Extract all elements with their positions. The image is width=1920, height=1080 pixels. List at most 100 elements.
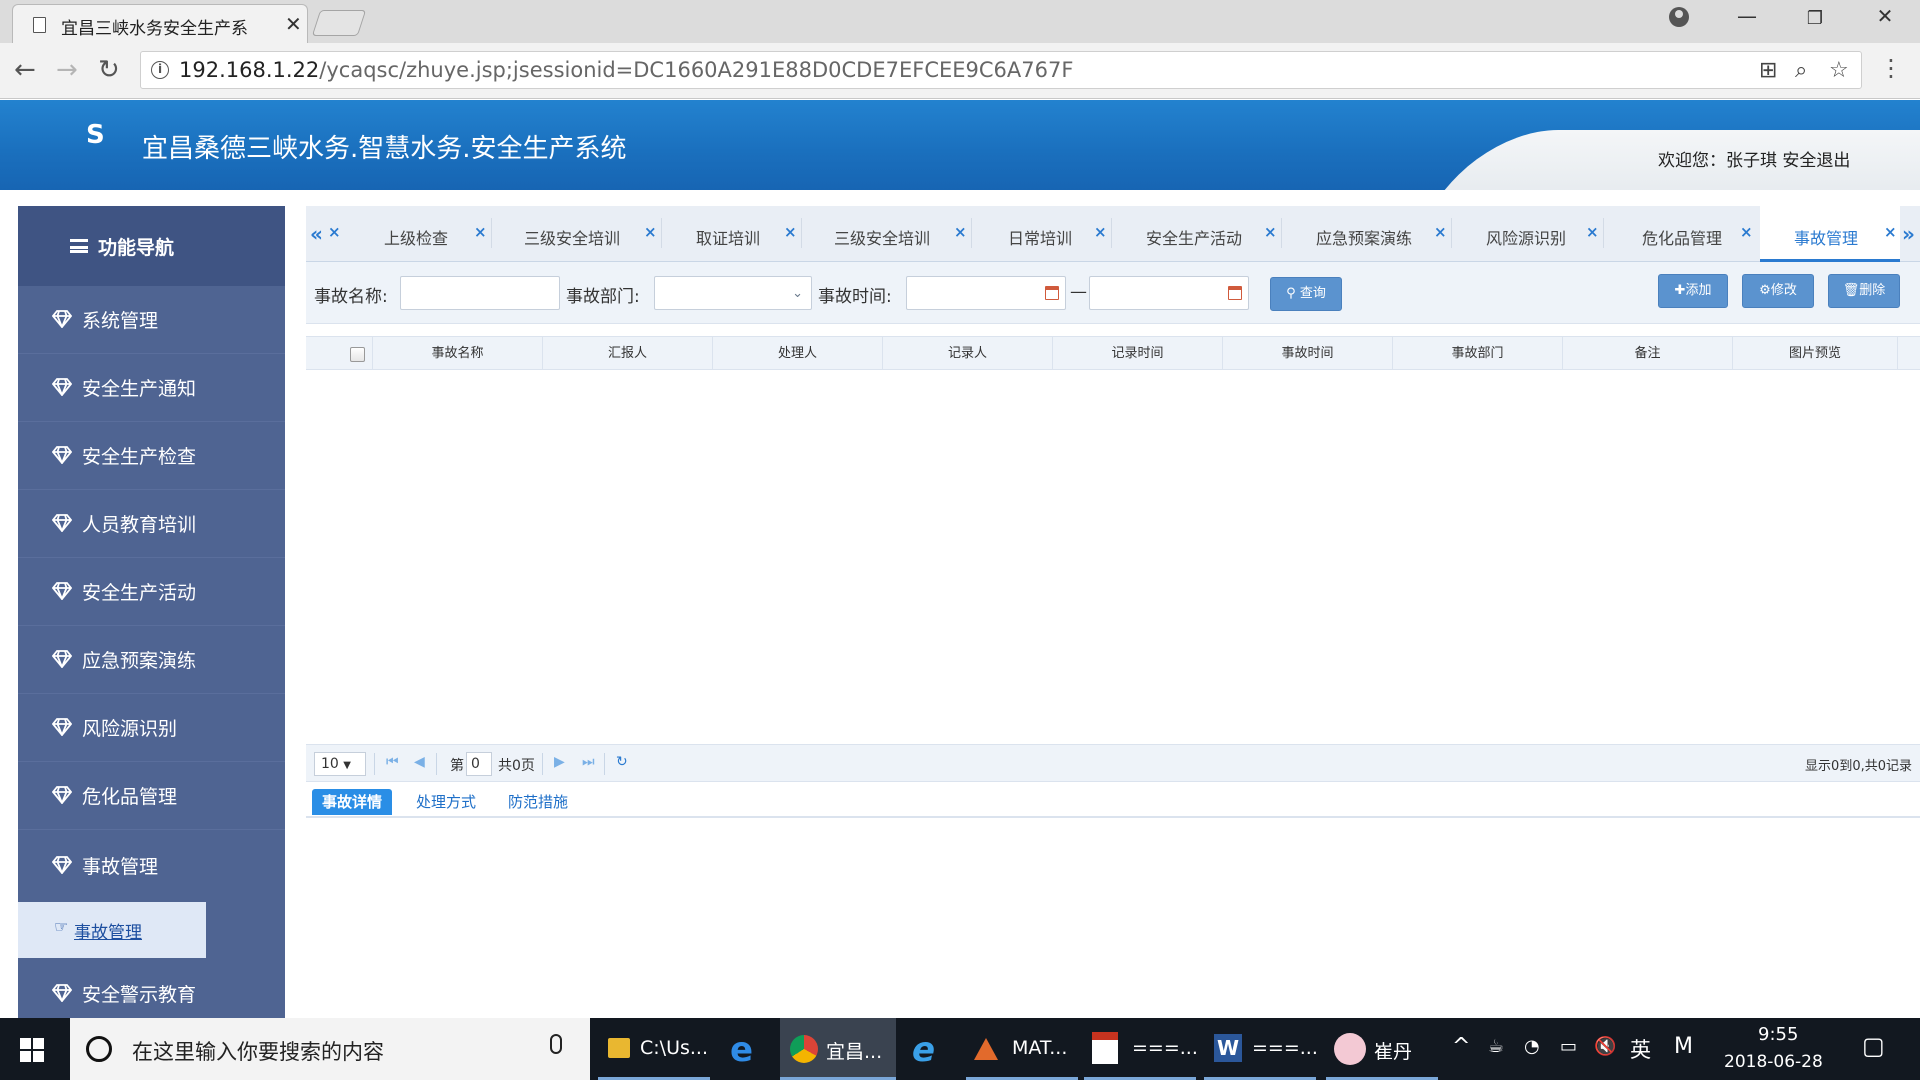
next-page-icon[interactable]: ▶ bbox=[554, 754, 565, 770]
taskbar-chat[interactable]: 崔丹 bbox=[1326, 1018, 1438, 1080]
last-page-icon[interactable]: ⏭ bbox=[582, 754, 595, 770]
close-icon[interactable]: × bbox=[1094, 223, 1107, 241]
accident-time-to-input[interactable] bbox=[1089, 276, 1249, 310]
network-icon[interactable]: ◔ bbox=[1524, 1036, 1540, 1057]
accident-time-from-input[interactable] bbox=[906, 276, 1066, 310]
edit-button[interactable]: ⚙修改 bbox=[1742, 274, 1814, 308]
taskbar-chrome[interactable]: 宜昌... bbox=[780, 1018, 896, 1080]
tab-three-level-training-2[interactable]: 三级安全培训 × bbox=[802, 206, 972, 262]
close-window-button[interactable]: ✕ bbox=[1860, 4, 1910, 38]
close-icon[interactable]: × bbox=[954, 223, 967, 241]
refresh-icon[interactable]: ↻ bbox=[616, 754, 628, 770]
detail-tab-handling-method[interactable]: 处理方式 bbox=[416, 789, 476, 815]
tray-app-icon[interactable]: ☕ bbox=[1488, 1036, 1504, 1057]
column-header-handler[interactable]: 处理人 bbox=[712, 337, 882, 371]
detail-tab-prevention-measures[interactable]: 防范措施 bbox=[508, 789, 568, 815]
close-icon[interactable]: × bbox=[474, 223, 487, 241]
sidebar-item-chemicals[interactable]: 危化品管理 bbox=[18, 762, 285, 830]
notification-icon[interactable]: ▢ bbox=[1862, 1032, 1885, 1060]
volume-mute-icon[interactable]: 🔇 bbox=[1594, 1036, 1616, 1057]
profile-icon[interactable] bbox=[1669, 7, 1689, 27]
sidebar-item-drill[interactable]: 应急预案演练 bbox=[18, 626, 285, 694]
restore-button[interactable]: ❐ bbox=[1790, 8, 1840, 42]
tab-hazardous-chemicals[interactable]: 危化品管理 × bbox=[1604, 206, 1760, 262]
tab-three-level-training-1[interactable]: 三级安全培训 × bbox=[492, 206, 662, 262]
tab-safety-activity[interactable]: 安全生产活动 × bbox=[1112, 206, 1282, 262]
translate-icon[interactable]: ⊞ bbox=[1759, 58, 1777, 83]
sidebar-item-accident[interactable]: 事故管理 bbox=[18, 832, 285, 900]
page-number-input[interactable]: 0 bbox=[466, 752, 492, 776]
add-button[interactable]: ✚添加 bbox=[1658, 274, 1728, 308]
query-button[interactable]: ⚲ 查询 bbox=[1270, 277, 1342, 311]
column-header-accident-name[interactable]: 事故名称 bbox=[372, 337, 542, 371]
accident-dept-select[interactable]: ⌄ bbox=[654, 276, 812, 310]
column-header-reporter[interactable]: 汇报人 bbox=[542, 337, 712, 371]
taskbar-matlab[interactable]: MAT... bbox=[966, 1018, 1078, 1080]
column-header-accident-time[interactable]: 事故时间 bbox=[1222, 337, 1392, 371]
first-page-icon[interactable]: ⏮ bbox=[386, 754, 399, 770]
sidebar-item-activity[interactable]: 安全生产活动 bbox=[18, 558, 285, 626]
tab-risk-identification[interactable]: 风险源识别 × bbox=[1452, 206, 1604, 262]
taskbar-ie[interactable]: e bbox=[900, 1018, 956, 1080]
tab-certification-training[interactable]: 取证培训 × bbox=[662, 206, 802, 262]
accident-name-input[interactable] bbox=[400, 276, 560, 310]
column-header-remarks[interactable]: 备注 bbox=[1562, 337, 1732, 371]
detail-tab-accident-details[interactable]: 事故详情 bbox=[312, 789, 393, 815]
close-icon[interactable]: × bbox=[1434, 223, 1447, 241]
close-icon[interactable]: × bbox=[328, 223, 341, 241]
close-icon[interactable]: × bbox=[784, 223, 797, 241]
taskbar-word[interactable]: W ===... bbox=[1204, 1018, 1318, 1080]
browser-menu-icon[interactable]: · · · bbox=[1886, 49, 1896, 89]
minimize-button[interactable]: — bbox=[1722, 4, 1772, 38]
tab-hidden-close[interactable]: × bbox=[328, 206, 341, 262]
windows-start-icon[interactable] bbox=[20, 1038, 44, 1062]
taskbar-explorer[interactable]: C:\Us... bbox=[598, 1018, 710, 1080]
prev-page-icon[interactable]: ◀ bbox=[414, 754, 425, 770]
welcome-logout-text[interactable]: 欢迎您：张子琪 安全退出 bbox=[1658, 146, 1850, 171]
bookmark-star-icon[interactable]: ☆ bbox=[1829, 58, 1849, 83]
sidebar-item-risk[interactable]: 风险源识别 bbox=[18, 694, 285, 762]
sidebar-item-warning-education[interactable]: 安全警示教育 bbox=[18, 960, 285, 1018]
new-tab-button[interactable] bbox=[311, 10, 367, 36]
sidebar-item-inspection[interactable]: 安全生产检查 bbox=[18, 422, 285, 490]
info-icon[interactable]: i bbox=[151, 61, 169, 79]
microphone-icon[interactable] bbox=[550, 1034, 562, 1054]
column-header-record-time[interactable]: 记录时间 bbox=[1052, 337, 1222, 371]
scroll-tabs-right-icon[interactable]: » bbox=[1902, 222, 1915, 246]
battery-icon[interactable]: ▭ bbox=[1560, 1036, 1577, 1057]
page-size-select[interactable]: 10 ▼ bbox=[314, 752, 366, 776]
sidebar-subitem-accident-management[interactable]: ☞ 事故管理 bbox=[18, 902, 206, 958]
ime-indicator[interactable]: 英 bbox=[1630, 1034, 1651, 1064]
tab-superior-inspection[interactable]: 上级检查 × bbox=[344, 206, 492, 262]
scroll-tabs-left-icon[interactable]: « bbox=[310, 222, 323, 246]
tab-emergency-drill[interactable]: 应急预案演练 × bbox=[1282, 206, 1452, 262]
calendar-icon[interactable] bbox=[1045, 286, 1059, 300]
chevron-up-icon[interactable]: ^ bbox=[1452, 1034, 1470, 1059]
delete-button[interactable]: 🗑删除 bbox=[1828, 274, 1900, 308]
close-icon[interactable]: × bbox=[1264, 223, 1277, 241]
sidebar-item-training[interactable]: 人员教育培训 bbox=[18, 490, 285, 558]
sidebar-item-notice[interactable]: 安全生产通知 bbox=[18, 354, 285, 422]
select-all-checkbox[interactable] bbox=[350, 347, 365, 362]
taskbar-pdf[interactable]: ===... bbox=[1084, 1018, 1198, 1080]
address-bar[interactable]: i 192.168.1.22/ycaqsc/zhuye.jsp;jsession… bbox=[140, 51, 1862, 89]
url-text[interactable]: 192.168.1.22/ycaqsc/zhuye.jsp;jsessionid… bbox=[179, 58, 1073, 82]
back-icon[interactable]: ← bbox=[14, 55, 36, 85]
taskbar-search-box[interactable]: 在这里输入你要搜索的内容 bbox=[70, 1018, 590, 1080]
column-header-accident-dept[interactable]: 事故部门 bbox=[1392, 337, 1562, 371]
browser-tab[interactable]: 宜昌三峡水务安全生产系 ✕ bbox=[12, 4, 308, 43]
close-tab-icon[interactable]: ✕ bbox=[285, 12, 302, 36]
close-icon[interactable]: × bbox=[644, 223, 657, 241]
zoom-icon[interactable]: ⌕ bbox=[1795, 58, 1807, 83]
reload-icon[interactable]: ↻ bbox=[98, 55, 120, 85]
close-icon[interactable]: × bbox=[1884, 223, 1897, 241]
ime-mode-icon[interactable]: M bbox=[1674, 1034, 1693, 1059]
close-icon[interactable]: × bbox=[1740, 223, 1753, 241]
clock-date[interactable]: 2018-06-28 bbox=[1724, 1052, 1823, 1072]
close-icon[interactable]: × bbox=[1586, 223, 1599, 241]
taskbar-edge[interactable]: e bbox=[720, 1018, 776, 1080]
forward-icon[interactable]: → bbox=[56, 55, 78, 85]
clock-time[interactable]: 9:55 bbox=[1758, 1024, 1798, 1045]
calendar-icon[interactable] bbox=[1228, 286, 1242, 300]
tab-daily-training[interactable]: 日常培训 × bbox=[972, 206, 1112, 262]
